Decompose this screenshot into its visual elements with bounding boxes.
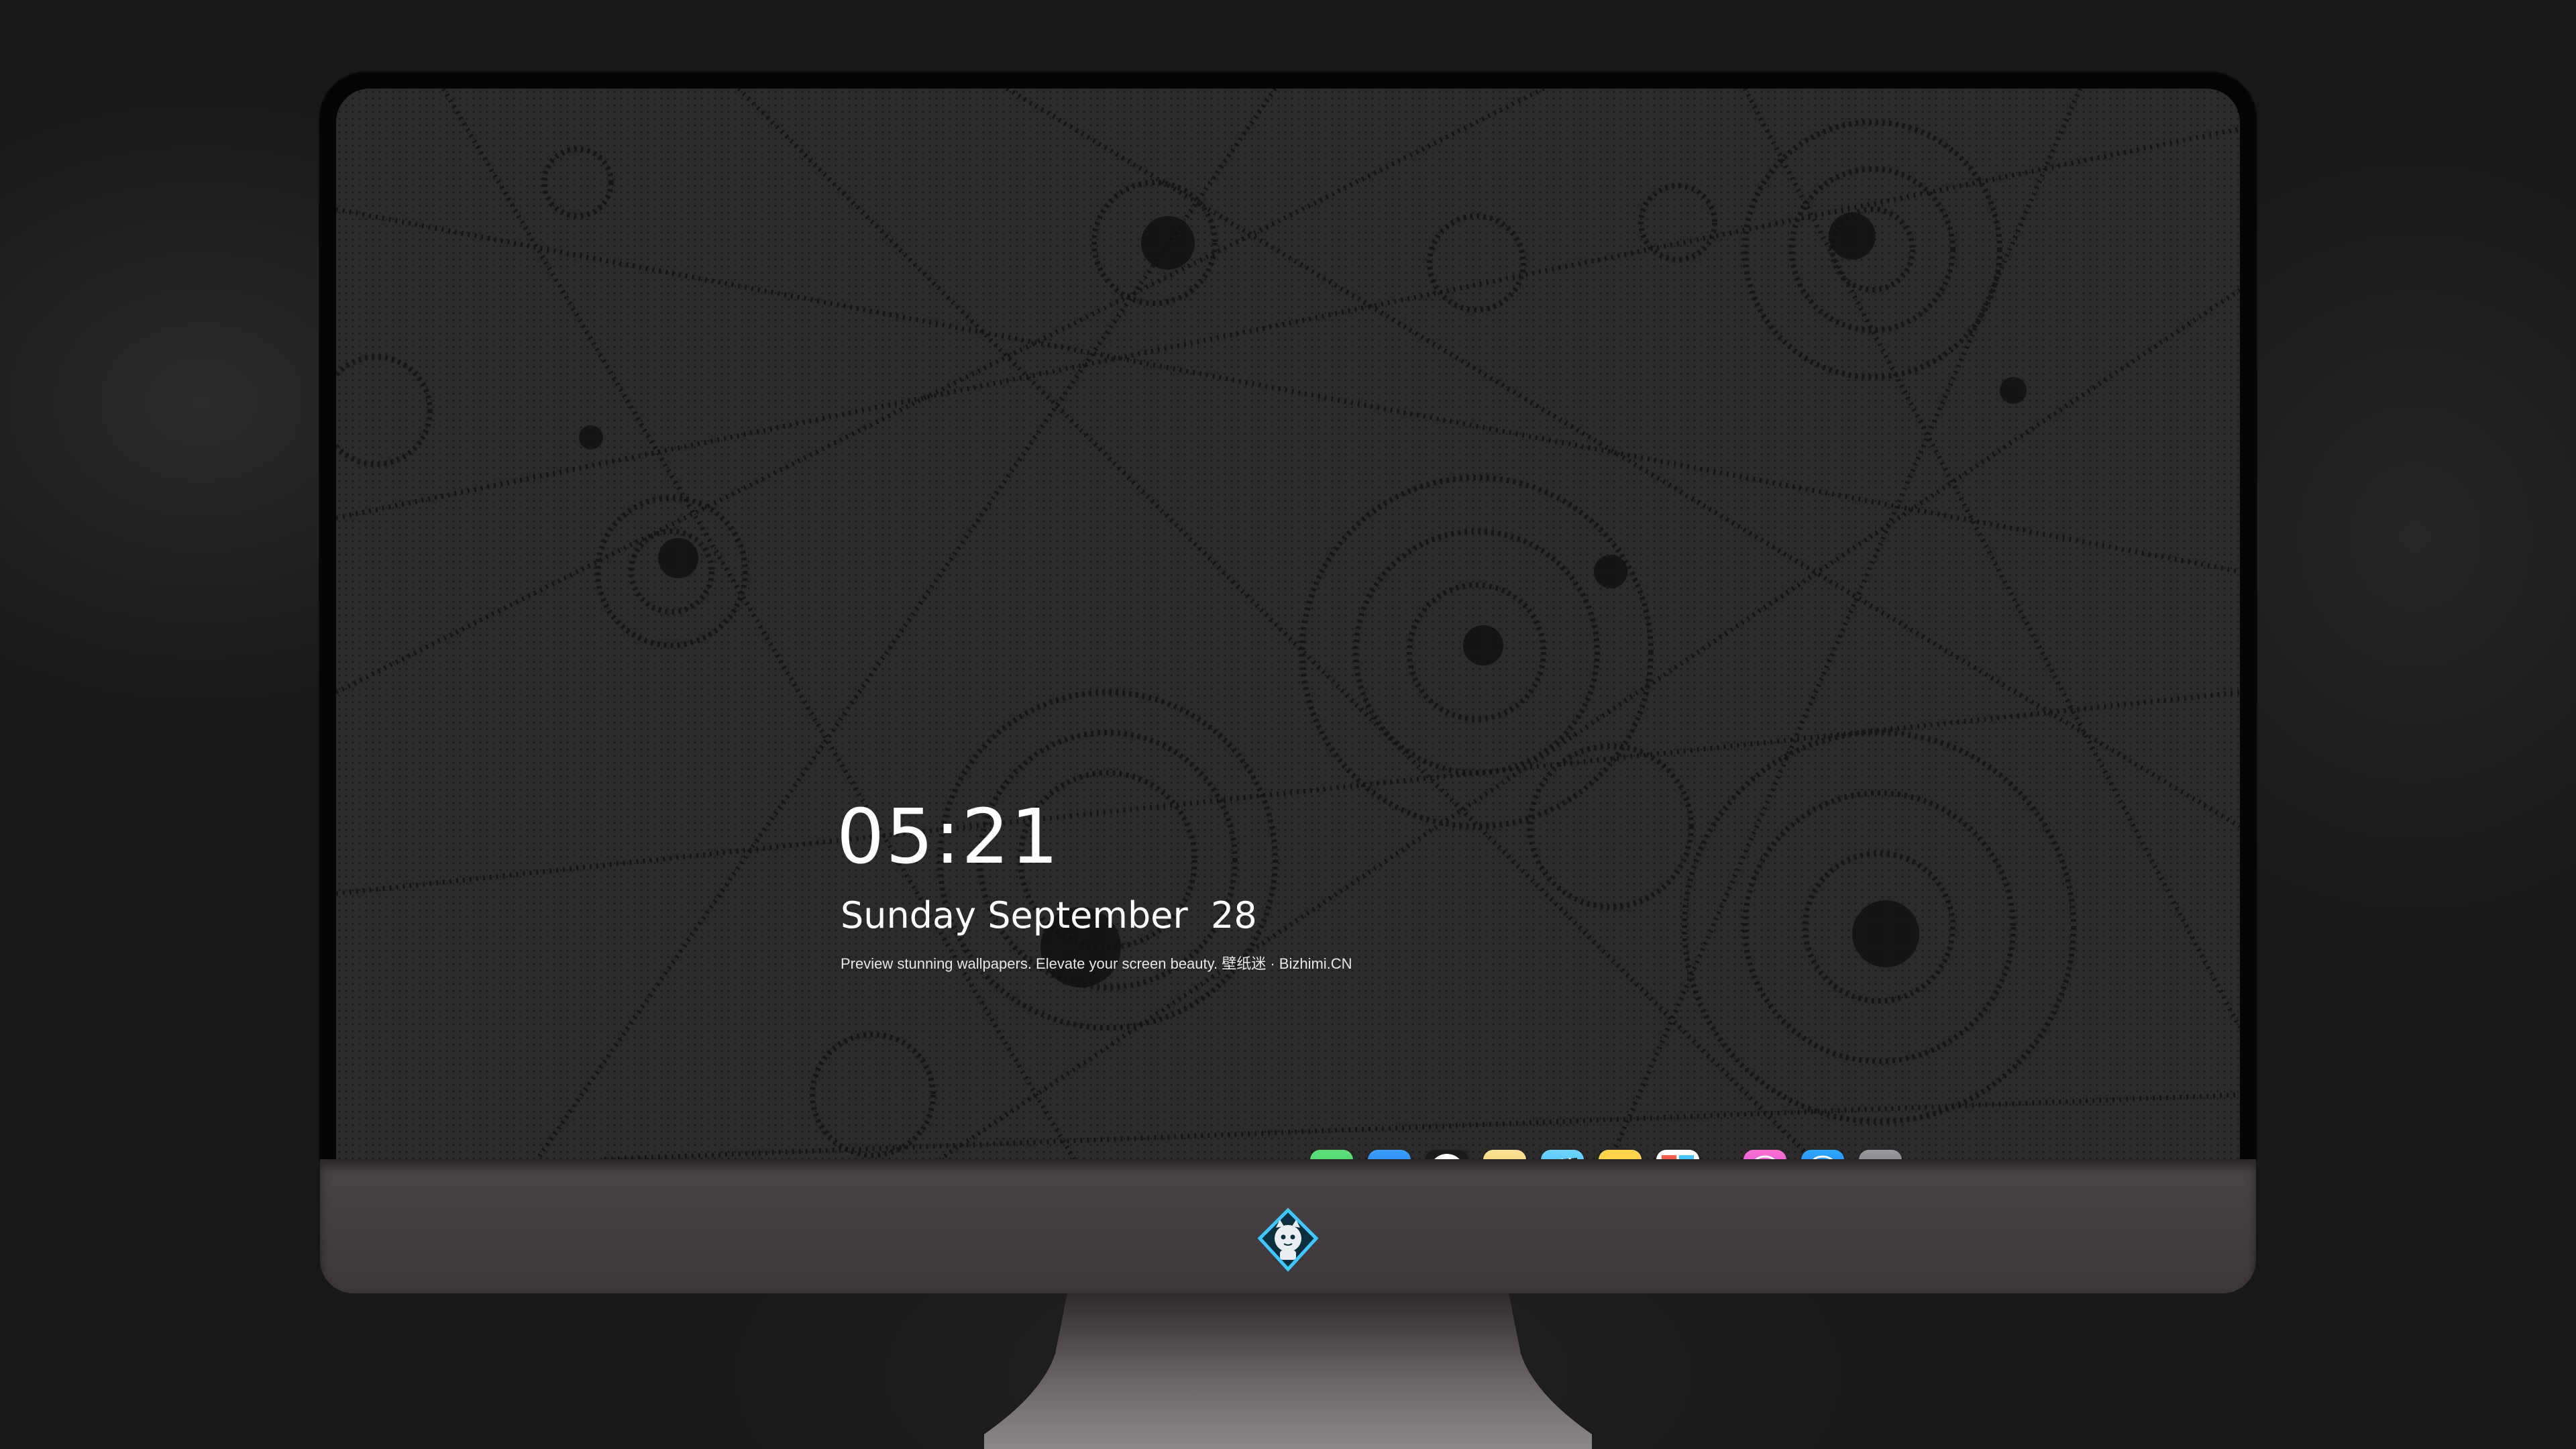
lock-clock: 05:21 — [837, 794, 1060, 881]
weather-icon[interactable] — [1368, 1150, 1411, 1159]
desktop-screen: 05:21 Sunday September 28 Preview stunni… — [336, 89, 2240, 1159]
lock-tagline: Preview stunning wallpapers. Elevate you… — [841, 955, 1352, 972]
dock — [1310, 1150, 1917, 1159]
mascot-logo-icon — [1257, 1208, 1319, 1272]
lock-date: Sunday September 28 — [841, 894, 1257, 936]
monitor-stand — [984, 1293, 1592, 1449]
monitor: 05:21 Sunday September 28 Preview stunni… — [320, 72, 2256, 1449]
clips-icon[interactable] — [1541, 1150, 1584, 1159]
camera-icon[interactable] — [1859, 1150, 1902, 1159]
app-store-icon[interactable] — [1801, 1150, 1844, 1159]
clock-icon[interactable] — [1426, 1150, 1468, 1159]
photo-booth-icon[interactable] — [1656, 1150, 1699, 1159]
wallpaper-pattern — [336, 89, 2240, 1159]
preview-icon[interactable] — [1483, 1150, 1526, 1159]
music-icon[interactable] — [1743, 1150, 1786, 1159]
messages-icon[interactable] — [1310, 1150, 1353, 1159]
notes-icon[interactable] — [1599, 1150, 1642, 1159]
monitor-bezel: 05:21 Sunday September 28 Preview stunni… — [320, 72, 2256, 1159]
